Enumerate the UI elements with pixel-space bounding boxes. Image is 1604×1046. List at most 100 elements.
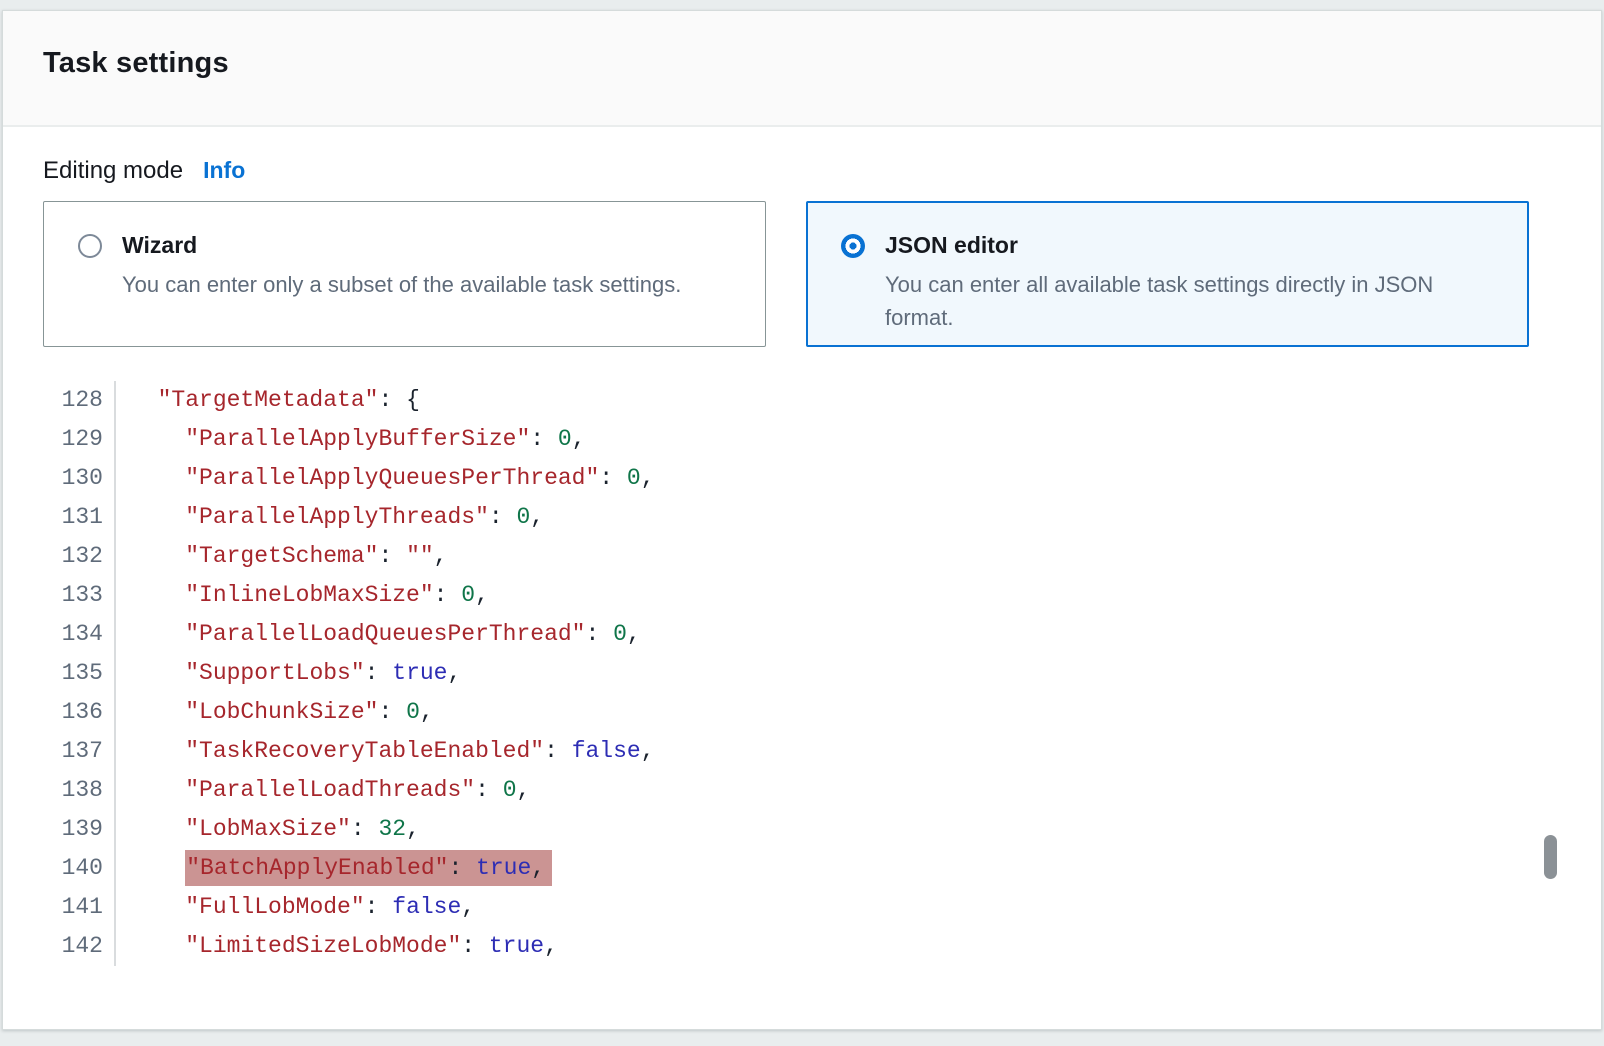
line-number: 132: [43, 537, 116, 576]
option-card-wizard[interactable]: Wizard You can enter only a subset of th…: [43, 201, 766, 347]
json-key: "TargetMetadata": [158, 387, 379, 413]
code-text: "ParallelLoadQueuesPerThread": 0,: [116, 615, 641, 654]
json-value: {: [406, 387, 420, 413]
line-number: 128: [43, 381, 116, 420]
code-segment: "ParallelLoadThreads": 0,: [185, 777, 530, 803]
code-segment: "ParallelApplyBufferSize": 0,: [185, 426, 585, 452]
code-line[interactable]: 137 "TaskRecoveryTableEnabled": false,: [43, 732, 1561, 771]
code-line[interactable]: 129 "ParallelApplyBufferSize": 0,: [43, 420, 1561, 459]
scrollbar-thumb[interactable]: [1544, 835, 1557, 879]
json-comma: ,: [517, 777, 531, 803]
radio-unselected-icon[interactable]: [78, 234, 102, 258]
json-value: 0: [516, 504, 530, 530]
code-line[interactable]: 139 "LobMaxSize": 32,: [43, 810, 1561, 849]
panel-header: Task settings: [3, 11, 1601, 127]
json-key: "ParallelApplyQueuesPerThread": [185, 465, 599, 491]
json-colon: :: [378, 543, 406, 569]
code-line[interactable]: 131 "ParallelApplyThreads": 0,: [43, 498, 1561, 537]
json-value: true: [489, 933, 544, 959]
json-comma: ,: [641, 738, 655, 764]
json-colon: :: [351, 816, 379, 842]
line-number: 142: [43, 927, 116, 966]
code-text: "BatchApplyEnabled": true,: [116, 849, 552, 888]
code-segment: "LobChunkSize": 0,: [185, 699, 433, 725]
highlighted-code: "BatchApplyEnabled": true,: [185, 850, 552, 886]
json-key: "BatchApplyEnabled": [186, 855, 448, 881]
json-value: 32: [378, 816, 406, 842]
json-colon: :: [599, 465, 627, 491]
code-segment: "LobMaxSize": 32,: [185, 816, 420, 842]
code-segment: "ParallelApplyThreads": 0,: [185, 504, 544, 530]
json-colon: :: [448, 855, 476, 881]
option-description-json-editor: You can enter all available task setting…: [885, 268, 1500, 334]
code-text: "FullLobMode": false,: [116, 888, 475, 927]
editing-mode-row: Editing mode Info: [43, 157, 1561, 185]
json-value: 0: [613, 621, 627, 647]
code-line[interactable]: 130 "ParallelApplyQueuesPerThread": 0,: [43, 459, 1561, 498]
code-line[interactable]: 140 "BatchApplyEnabled": true,: [43, 849, 1561, 888]
json-comma: ,: [420, 699, 434, 725]
line-number: 130: [43, 459, 116, 498]
json-value: false: [392, 894, 461, 920]
line-number: 133: [43, 576, 116, 615]
json-value: 0: [558, 426, 572, 452]
code-text: "ParallelApplyQueuesPerThread": 0,: [116, 459, 655, 498]
json-editor[interactable]: 128 "TargetMetadata": {129 "ParallelAppl…: [43, 381, 1561, 966]
json-colon: :: [544, 738, 572, 764]
json-key: "LimitedSizeLobMode": [185, 933, 461, 959]
json-key: "LobChunkSize": [185, 699, 378, 725]
json-key: "SupportLobs": [185, 660, 364, 686]
radio-selected-icon[interactable]: [841, 234, 865, 258]
code-segment: "TargetSchema": "",: [185, 543, 447, 569]
json-key: "FullLobMode": [185, 894, 364, 920]
option-card-json-editor[interactable]: JSON editor You can enter all available …: [806, 201, 1529, 347]
json-colon: :: [489, 504, 517, 530]
line-number: 129: [43, 420, 116, 459]
code-line[interactable]: 128 "TargetMetadata": {: [43, 381, 1561, 420]
code-line[interactable]: 141 "FullLobMode": false,: [43, 888, 1561, 927]
json-colon: :: [585, 621, 613, 647]
code-line[interactable]: 136 "LobChunkSize": 0,: [43, 693, 1561, 732]
json-value: true: [392, 660, 447, 686]
json-comma: ,: [572, 426, 586, 452]
json-colon: :: [365, 894, 393, 920]
json-colon: :: [461, 933, 489, 959]
editing-mode-options: Wizard You can enter only a subset of th…: [43, 201, 1561, 347]
code-text: "TaskRecoveryTableEnabled": false,: [116, 732, 655, 771]
code-segment: "ParallelApplyQueuesPerThread": 0,: [185, 465, 654, 491]
code-text: "TargetSchema": "",: [116, 537, 447, 576]
code-line[interactable]: 134 "ParallelLoadQueuesPerThread": 0,: [43, 615, 1561, 654]
code-segment: "InlineLobMaxSize": 0,: [185, 582, 489, 608]
code-line[interactable]: 142 "LimitedSizeLobMode": true,: [43, 927, 1561, 966]
editing-mode-label: Editing mode: [43, 157, 183, 185]
code-text: "SupportLobs": true,: [116, 654, 461, 693]
json-comma: ,: [641, 465, 655, 491]
json-key: "LobMaxSize": [185, 816, 351, 842]
json-comma: ,: [406, 816, 420, 842]
json-key: "ParallelLoadQueuesPerThread": [185, 621, 585, 647]
code-segment: "TargetMetadata": {: [158, 387, 420, 413]
code-text: "ParallelApplyThreads": 0,: [116, 498, 544, 537]
task-settings-panel: Task settings Editing mode Info Wizard Y…: [2, 10, 1602, 1030]
code-line[interactable]: 132 "TargetSchema": "",: [43, 537, 1561, 576]
json-comma: ,: [627, 621, 641, 647]
code-segment: "FullLobMode": false,: [185, 894, 475, 920]
json-key: "ParallelApplyBufferSize": [185, 426, 530, 452]
info-link[interactable]: Info: [203, 157, 245, 184]
json-value: 0: [627, 465, 641, 491]
code-text: "ParallelApplyBufferSize": 0,: [116, 420, 586, 459]
code-line[interactable]: 135 "SupportLobs": true,: [43, 654, 1561, 693]
line-number: 139: [43, 810, 116, 849]
json-colon: :: [378, 699, 406, 725]
json-key: "ParallelLoadThreads": [185, 777, 475, 803]
code-line[interactable]: 138 "ParallelLoadThreads": 0,: [43, 771, 1561, 810]
json-value: true: [476, 855, 531, 881]
json-key: "ParallelApplyThreads": [185, 504, 489, 530]
code-text: "ParallelLoadThreads": 0,: [116, 771, 530, 810]
code-line[interactable]: 133 "InlineLobMaxSize": 0,: [43, 576, 1561, 615]
line-number: 141: [43, 888, 116, 927]
json-key: "TargetSchema": [185, 543, 378, 569]
option-label-wizard: Wizard: [122, 232, 197, 259]
code-text: "LobMaxSize": 32,: [116, 810, 420, 849]
json-colon: :: [434, 582, 462, 608]
